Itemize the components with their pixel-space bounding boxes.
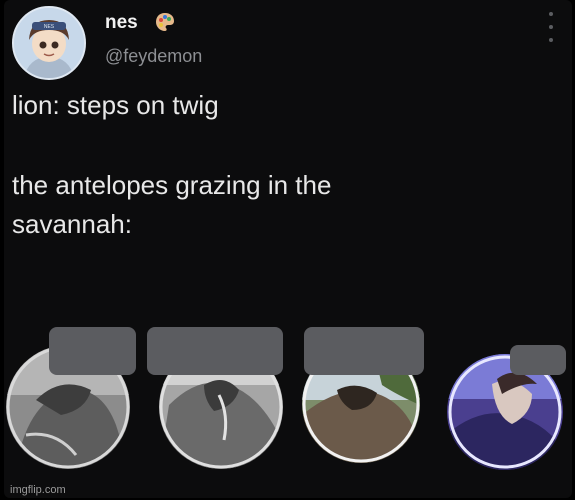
censor-box — [510, 345, 566, 375]
censor-box — [304, 327, 424, 375]
display-name[interactable]: nes — [105, 12, 138, 34]
user-handle[interactable]: @feydemon — [105, 46, 202, 67]
avatar[interactable]: NES — [12, 6, 86, 80]
avatar-illustration: NES — [14, 8, 84, 78]
artist-palette-icon — [154, 11, 176, 33]
tweet-line: savannah: — [12, 209, 132, 239]
censor-box — [147, 327, 283, 375]
svg-text:NES: NES — [44, 24, 55, 30]
censor-box — [49, 327, 136, 375]
imgflip-watermark: imgflip.com — [10, 484, 66, 496]
tweet-text: lion: steps on twig the antelopes grazin… — [12, 86, 532, 244]
tweet-card: NES nes @feydemon lion: steps on twig th… — [4, 0, 572, 498]
tweet-line: lion: steps on twig — [12, 90, 219, 120]
more-options-icon[interactable] — [544, 12, 558, 42]
tweet-line: the antelopes grazing in the — [12, 170, 332, 200]
